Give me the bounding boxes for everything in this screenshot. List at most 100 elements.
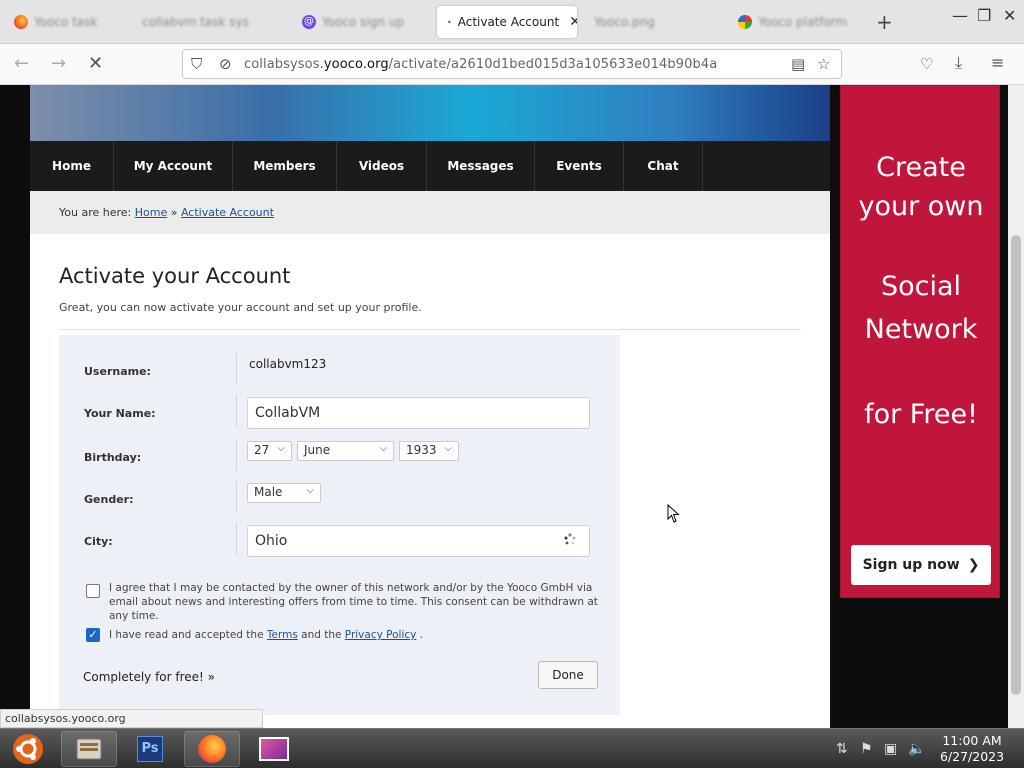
firefox-icon: [14, 15, 28, 29]
clock-date: 6/27/2023: [939, 749, 1005, 764]
image-viewer-icon[interactable]: [246, 731, 302, 767]
consent-checkbox[interactable]: [86, 584, 100, 598]
new-tab-icon[interactable]: +: [876, 10, 893, 34]
terms-text: I have read and accepted the Terms and t…: [109, 628, 599, 642]
divider: [236, 523, 237, 555]
tab-label: Activate Account: [457, 15, 560, 29]
terms-suffix: .: [416, 629, 424, 641]
windows-flag-icon[interactable]: ⚑: [860, 741, 873, 757]
sign-up-label: Sign up now: [862, 557, 960, 573]
stop-loading-icon[interactable]: ✕: [88, 53, 103, 74]
breadcrumb-home-link[interactable]: Home: [135, 206, 167, 219]
tab-bar: Yooco task collabvm task sys @ Yooco sig…: [0, 0, 1024, 44]
url-bar[interactable]: ⛉ ⊘ collabsysos.yooco.org/activate/a2610…: [182, 49, 842, 79]
divider: [236, 481, 237, 513]
nav-videos[interactable]: Videos: [337, 141, 427, 191]
pocket-icon[interactable]: ♡: [920, 55, 933, 73]
close-window-icon[interactable]: ✕: [1003, 6, 1016, 25]
close-tab-icon[interactable]: ✕: [569, 14, 577, 30]
select-value: Male: [254, 485, 283, 499]
ubuntu-icon[interactable]: [0, 731, 56, 767]
privacy-policy-link[interactable]: Privacy Policy: [345, 629, 417, 641]
tab-label: Yooco sign up: [322, 15, 405, 29]
terms-mid: and the: [297, 629, 345, 641]
firefox-taskbar-icon[interactable]: [184, 731, 240, 767]
volume-icon[interactable]: 🔈: [908, 741, 925, 757]
birthday-day-select[interactable]: 27 ⌵: [247, 441, 292, 461]
lock-icon[interactable]: ⊘: [219, 55, 232, 73]
checkmark-icon: ✓: [88, 628, 98, 641]
nav-messages[interactable]: Messages: [427, 141, 535, 191]
ad-banner[interactable]: Create your own Social Network for Free!…: [840, 85, 1000, 598]
birthday-label: Birthday:: [84, 451, 142, 464]
header-banner: [30, 85, 830, 141]
breadcrumb-current-link[interactable]: Activate Account: [181, 206, 274, 219]
loading-spinner-icon: [564, 533, 576, 545]
back-icon[interactable]: ←: [14, 53, 29, 74]
tab-label: Yooco task: [34, 15, 98, 29]
tab-activate-account[interactable]: • Activate Account ✕: [437, 6, 577, 38]
nav-members[interactable]: Members: [233, 141, 337, 191]
display-icon[interactable]: ▣: [884, 741, 897, 757]
shield-icon[interactable]: ⛉: [191, 55, 202, 73]
username-label: Username:: [84, 365, 151, 378]
username-value: collabvm123: [249, 357, 327, 371]
select-value: 27: [254, 443, 270, 457]
nav-events[interactable]: Events: [535, 141, 624, 191]
system-clock[interactable]: 11:00 AM 6/27/2023: [930, 733, 1014, 765]
download-icon[interactable]: ⤓: [955, 53, 962, 73]
vertical-scrollbar[interactable]: [1008, 85, 1024, 728]
tab-5[interactable]: Yooco.png: [584, 6, 724, 38]
divider: [236, 353, 237, 385]
forward-icon[interactable]: →: [51, 53, 66, 74]
terms-prefix: I have read and accepted the: [109, 629, 267, 641]
ad-line-2: your own: [858, 191, 984, 222]
chevron-down-icon: ⌵: [277, 443, 285, 454]
photoshop-icon[interactable]: Ps: [122, 731, 178, 767]
star-icon[interactable]: ☆: [817, 55, 830, 73]
tab-1[interactable]: Yooco task: [4, 6, 128, 38]
completely-free-link[interactable]: Completely for free! »: [83, 670, 215, 684]
terms-link[interactable]: Terms: [267, 629, 298, 641]
minimize-icon[interactable]: —: [952, 6, 968, 25]
birthday-month-select[interactable]: June ⌵: [297, 441, 394, 461]
tab-3[interactable]: @ Yooco sign up: [292, 6, 432, 38]
consent-text: I agree that I may be contacted by the o…: [109, 582, 598, 622]
url-path: /activate/a2610d1bed015d3a105633e014b90b…: [388, 57, 718, 72]
city-value: Ohio: [255, 533, 288, 549]
breadcrumb-prefix: You are here:: [59, 206, 135, 219]
nav-my-account[interactable]: My Account: [114, 141, 233, 191]
network-icon[interactable]: ⇅: [836, 741, 848, 757]
at-sign-icon: @: [302, 15, 316, 29]
terms-checkbox[interactable]: ✓: [86, 628, 100, 642]
scrollbar-thumb[interactable]: [1011, 235, 1021, 695]
browser-logo-icon: [738, 15, 752, 29]
breadcrumb-separator: »: [167, 206, 181, 219]
url-text[interactable]: collabsysos.yooco.org/activate/a2610d1be…: [244, 57, 717, 72]
page-title: Activate your Account: [59, 264, 291, 288]
city-input[interactable]: Ohio: [247, 525, 590, 557]
reader-icon[interactable]: ▤: [791, 55, 805, 73]
name-input[interactable]: CollabVM: [247, 397, 590, 429]
menu-icon[interactable]: ≡: [991, 53, 1004, 72]
select-value: June: [304, 443, 331, 457]
done-button[interactable]: Done: [538, 661, 598, 689]
ad-line-3: Social: [880, 271, 962, 302]
ad-line-4: Network: [864, 314, 978, 345]
page-viewport: Home My Account Members Videos Messages …: [0, 85, 1008, 728]
tab-2[interactable]: collabvm task sys: [132, 6, 282, 38]
birthday-year-select[interactable]: 1933 ⌵: [399, 441, 459, 461]
ad-line-5: for Free!: [864, 399, 978, 430]
nav-chat[interactable]: Chat: [624, 141, 703, 191]
restore-icon[interactable]: ❐: [977, 6, 991, 25]
nav-home[interactable]: Home: [30, 141, 114, 191]
gender-select[interactable]: Male ⌵: [247, 483, 321, 503]
file-manager-icon[interactable]: [61, 731, 117, 767]
status-bar: collabsysos.yooco.org: [0, 709, 263, 728]
breadcrumb: You are here: Home » Activate Account: [30, 191, 830, 234]
divider: [59, 329, 801, 330]
tab-6[interactable]: Yooco platform: [728, 6, 868, 38]
taskbar: Ps ⇅ ⚑ ▣ 🔈 11:00 AM 6/27/2023: [0, 728, 1024, 768]
chevron-down-icon: ⌵: [444, 443, 452, 454]
sign-up-now-button[interactable]: Sign up now ❯: [851, 545, 991, 585]
